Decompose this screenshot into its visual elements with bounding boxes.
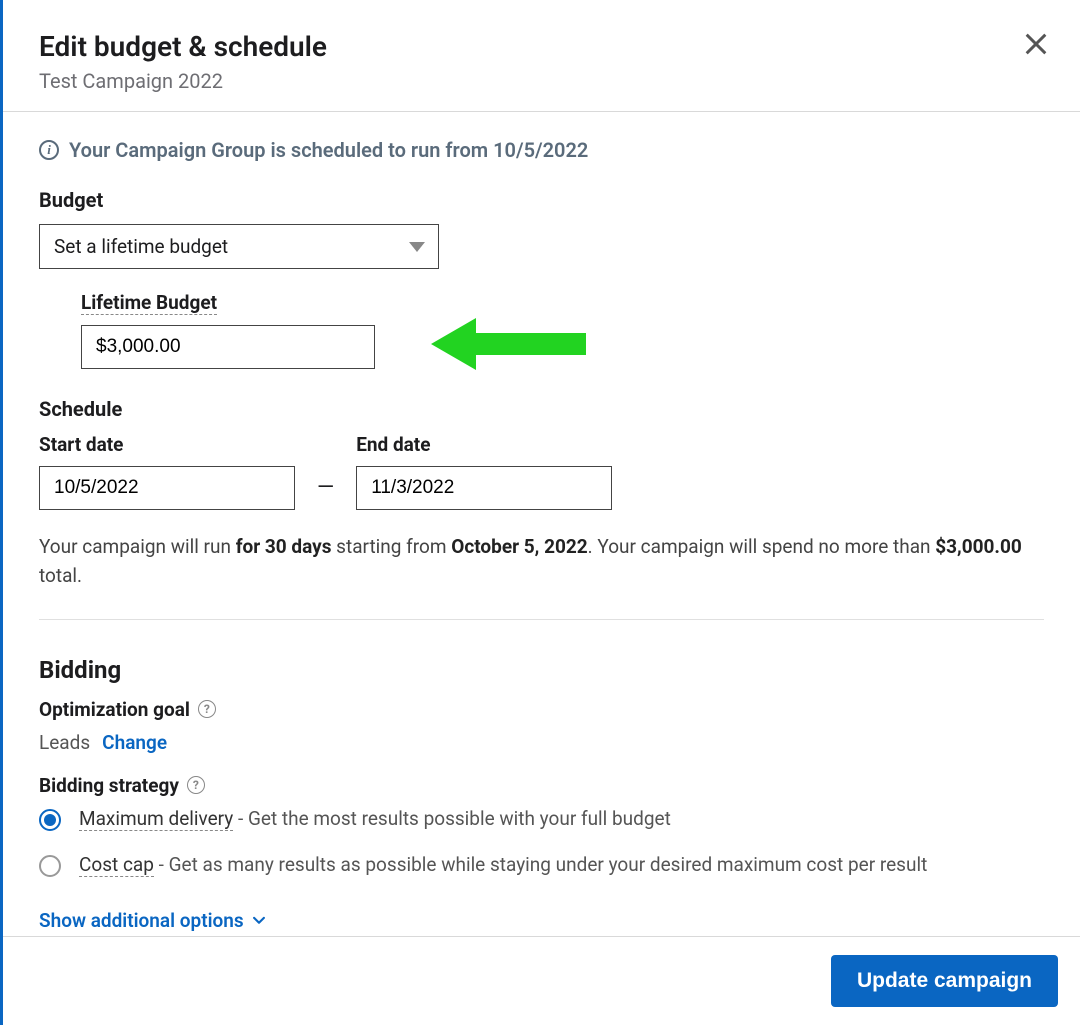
section-divider: [39, 619, 1044, 620]
chevron-down-icon: [252, 913, 266, 927]
notice-text: Your Campaign Group is scheduled to run …: [69, 138, 588, 162]
lifetime-budget-input[interactable]: [81, 325, 375, 369]
date-range-dash: —: [317, 475, 334, 510]
budget-type-value: Set a lifetime budget: [39, 224, 439, 269]
bidding-option-cost-cap[interactable]: Cost cap - Get as many results as possib…: [39, 853, 1044, 877]
bidding-strategy-label: Bidding strategy ?: [39, 774, 1044, 797]
modal-footer: Update campaign: [3, 936, 1080, 1025]
help-icon[interactable]: ?: [198, 700, 216, 718]
lifetime-budget-block: Lifetime Budget: [39, 291, 1044, 369]
change-goal-link[interactable]: Change: [102, 731, 167, 754]
annotation-arrow-icon: [431, 314, 591, 374]
close-icon: [1022, 30, 1050, 58]
start-date-input[interactable]: [39, 466, 295, 510]
schedule-section-label: Schedule: [39, 397, 1044, 421]
budget-type-select[interactable]: Set a lifetime budget: [39, 224, 439, 269]
modal-header: Edit budget & schedule Test Campaign 202…: [3, 0, 1080, 111]
lifetime-budget-label: Lifetime Budget: [81, 291, 217, 315]
info-icon: i: [39, 140, 59, 160]
update-campaign-button[interactable]: Update campaign: [831, 955, 1058, 1007]
end-date-input[interactable]: [356, 466, 612, 510]
end-date-label: End date: [356, 433, 612, 456]
radio-checked-icon: [39, 809, 61, 831]
optimization-goal-value: Leads: [39, 731, 90, 754]
bidding-section-title: Bidding: [39, 656, 1044, 684]
optimization-goal-label: Optimization goal ?: [39, 698, 1044, 721]
date-range-row: Start date — End date: [39, 433, 1044, 510]
bidding-option-maximum-delivery[interactable]: Maximum delivery - Get the most results …: [39, 807, 1044, 831]
optimization-goal-row: Leads Change: [39, 731, 1044, 754]
show-additional-options-link[interactable]: Show additional options: [39, 909, 266, 932]
radio-unchecked-icon: [39, 855, 61, 877]
help-icon[interactable]: ?: [187, 776, 205, 794]
campaign-name: Test Campaign 2022: [39, 69, 1044, 93]
schedule-summary: Your campaign will run for 30 days start…: [39, 532, 1044, 591]
start-date-label: Start date: [39, 433, 295, 456]
modal-content: i Your Campaign Group is scheduled to ru…: [3, 112, 1080, 932]
page-title: Edit budget & schedule: [39, 30, 1044, 63]
schedule-notice: i Your Campaign Group is scheduled to ru…: [39, 138, 1044, 162]
budget-section-label: Budget: [39, 188, 1044, 212]
close-button[interactable]: [1022, 30, 1054, 62]
